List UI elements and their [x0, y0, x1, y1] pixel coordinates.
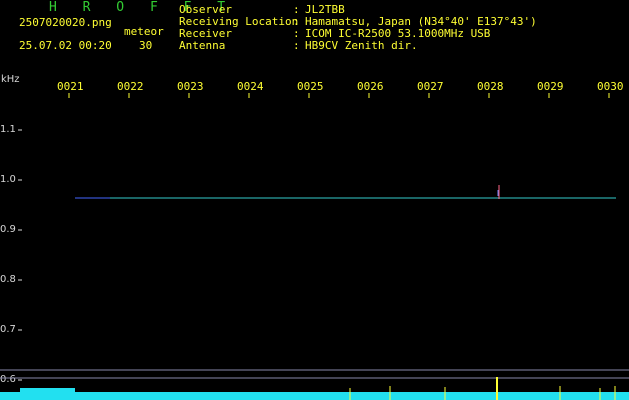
meteor-echo [497, 185, 500, 199]
x-tick-marks [68, 93, 610, 98]
y-tick-marks [18, 129, 22, 381]
spectrogram-plot [0, 93, 629, 400]
noise-band [0, 377, 629, 400]
